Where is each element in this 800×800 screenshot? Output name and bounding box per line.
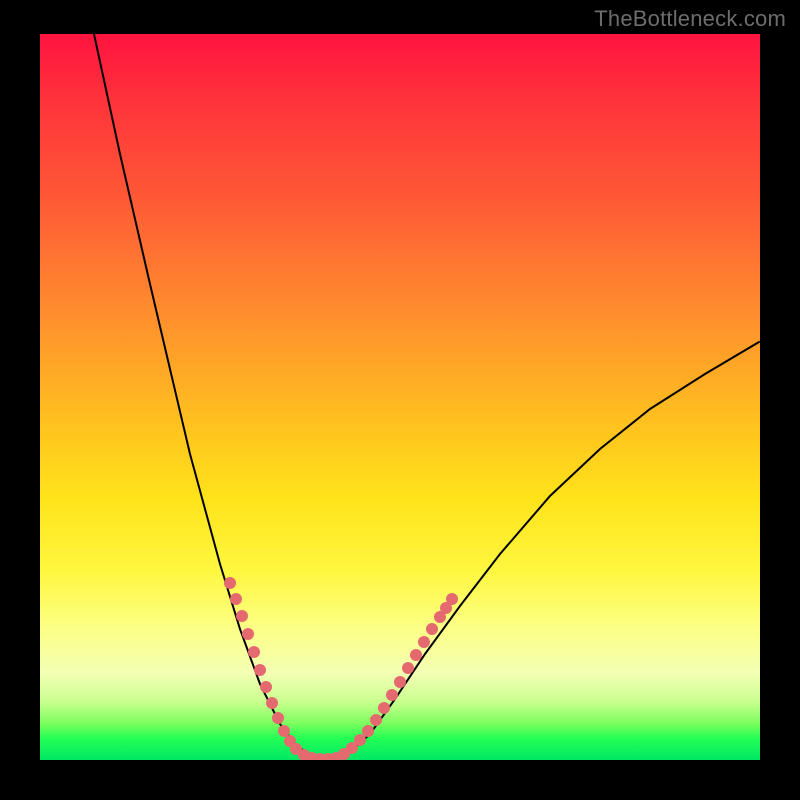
dot: [410, 649, 422, 661]
dot: [242, 628, 254, 640]
dot: [260, 681, 272, 693]
dot: [378, 702, 390, 714]
dot: [224, 577, 236, 589]
dot: [418, 636, 430, 648]
watermark-text: TheBottleneck.com: [594, 6, 786, 32]
dot: [230, 593, 242, 605]
dot: [266, 697, 278, 709]
dot: [278, 725, 290, 737]
plot-svg: [40, 34, 760, 760]
dot: [394, 676, 406, 688]
dot: [354, 734, 366, 746]
dot: [236, 610, 248, 622]
dots-overlay: [224, 577, 458, 760]
dot: [272, 712, 284, 724]
dot: [362, 725, 374, 737]
dot: [426, 623, 438, 635]
dot: [254, 664, 266, 676]
bottleneck-curve: [94, 34, 759, 758]
dot: [370, 714, 382, 726]
dot: [402, 662, 414, 674]
dot: [386, 689, 398, 701]
chart-stage: TheBottleneck.com: [0, 0, 800, 800]
dot: [248, 646, 260, 658]
plot-area: [40, 34, 760, 760]
dot: [446, 593, 458, 605]
